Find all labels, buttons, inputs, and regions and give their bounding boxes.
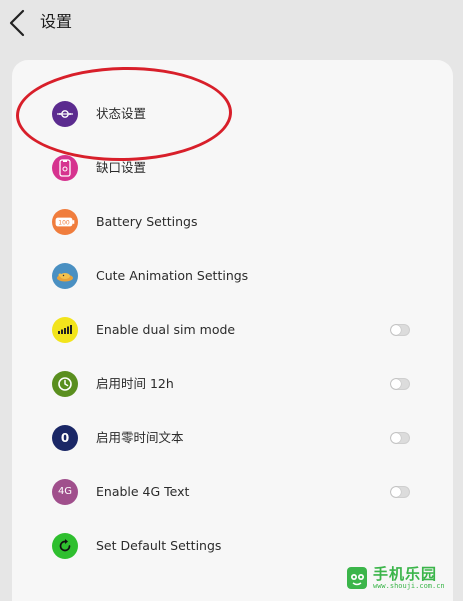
settings-item-notch[interactable]: 缺口设置: [12, 141, 453, 195]
settings-list: 状态设置 缺口设置 100 Battery Settings Cute Anim…: [12, 60, 453, 601]
12h-time-toggle[interactable]: [390, 378, 410, 390]
settings-item-label: Enable 4G Text: [96, 484, 190, 499]
settings-item-status[interactable]: 状态设置: [12, 87, 453, 141]
settings-item-label: Cute Animation Settings: [96, 268, 249, 283]
watermark-url: www.shouji.com.cn: [373, 582, 445, 590]
4g-icon-text: 4G: [57, 486, 73, 497]
zero-time-text-toggle[interactable]: [390, 432, 410, 444]
settings-item-12h-time[interactable]: 启用时间 12h: [12, 357, 453, 411]
watermark-text: 手机乐园: [373, 565, 438, 583]
4g-text-toggle[interactable]: [390, 486, 410, 498]
settings-item-label: Enable dual sim mode: [96, 322, 236, 337]
settings-item-zero-time-text[interactable]: 0 启用零时间文本: [12, 411, 453, 465]
watermark: 手机乐园 www.shouji.com.cn: [343, 561, 453, 595]
settings-item-label: 启用时间 12h: [96, 376, 174, 391]
watermark-logo-icon: [347, 567, 367, 589]
settings-item-label: Set Default Settings: [96, 538, 222, 553]
settings-item-label: 缺口设置: [96, 160, 147, 175]
settings-item-dual-sim[interactable]: Enable dual sim mode: [12, 303, 453, 357]
settings-item-label: 状态设置: [96, 106, 147, 121]
cute-animal-icon: [52, 263, 78, 289]
zero-icon-text: 0: [60, 431, 70, 445]
settings-item-battery[interactable]: 100 Battery Settings: [12, 195, 453, 249]
toggle-knob: [391, 487, 401, 497]
4g-icon: 4G: [52, 479, 78, 505]
notch-icon: [52, 155, 78, 181]
chevron-left-icon: [9, 9, 25, 37]
settings-item-4g-text[interactable]: 4G Enable 4G Text: [12, 465, 453, 519]
dual-sim-toggle[interactable]: [390, 324, 410, 336]
clock-icon: [52, 371, 78, 397]
zero-icon: 0: [52, 425, 78, 451]
reset-icon: [52, 533, 78, 559]
status-bar-icon: [52, 101, 78, 127]
settings-item-label: Battery Settings: [96, 214, 198, 229]
battery-icon: 100: [52, 209, 78, 235]
toggle-knob: [391, 433, 401, 443]
settings-item-cute-animation[interactable]: Cute Animation Settings: [12, 249, 453, 303]
toggle-knob: [391, 325, 401, 335]
back-button[interactable]: [6, 8, 30, 38]
page-title: 设置: [40, 12, 73, 31]
toggle-knob: [391, 379, 401, 389]
header-bar: 设置: [0, 0, 463, 46]
dual-sim-signal-icon: [52, 317, 78, 343]
svg-text:100: 100: [58, 220, 70, 227]
settings-item-label: 启用零时间文本: [96, 430, 184, 445]
